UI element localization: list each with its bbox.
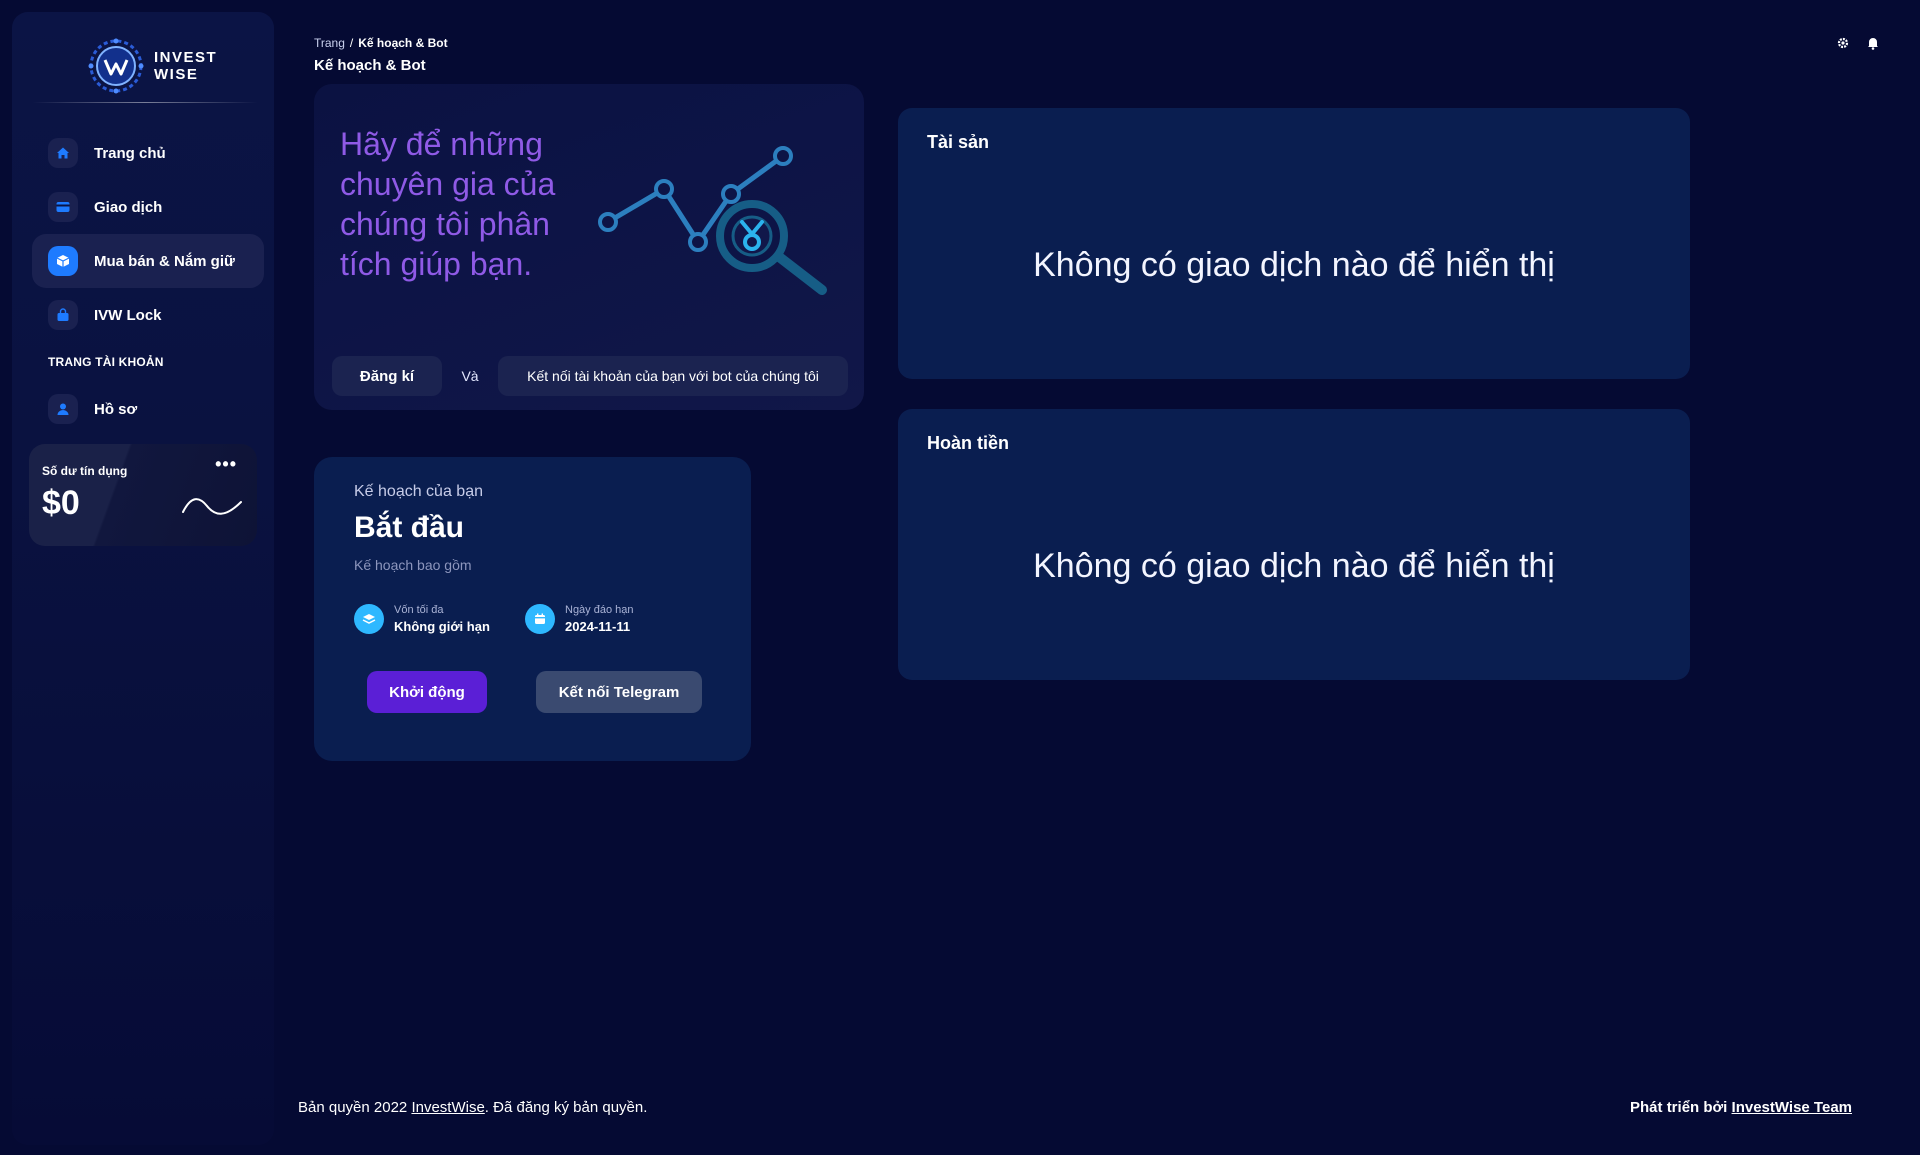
plan-subtitle: Kế hoạch của bạn [354, 483, 483, 500]
footer-developer: Phát triển bởi InvestWise Team [1630, 1099, 1852, 1116]
brand-name: INVEST WISE [154, 49, 217, 83]
header-actions [1836, 36, 1880, 50]
cube-icon [48, 246, 78, 276]
stack-icon [354, 604, 384, 634]
sidebar-item-profile[interactable]: Hồ sơ [32, 382, 264, 436]
sidebar-item-trade-hold[interactable]: Mua bán & Nắm giữ [32, 234, 264, 288]
sidebar-item-label: Trang chủ [94, 144, 166, 162]
assets-panel: Tài sản Không có giao dịch nào để hiển t… [898, 108, 1690, 379]
refund-panel-title: Hoàn tiền [927, 433, 1010, 453]
footer-team-link[interactable]: InvestWise Team [1732, 1099, 1852, 1116]
sidebar-item-label: IVW Lock [94, 306, 162, 324]
bell-icon[interactable] [1866, 36, 1880, 50]
brand-line-1: INVEST [154, 49, 218, 66]
feature-value: 2024-11-11 [565, 619, 631, 634]
assets-panel-title: Tài sản [927, 132, 990, 152]
footer-investwise-link[interactable]: InvestWise [411, 1099, 484, 1116]
plan-feature-expiry-date: Ngày đáo hạn 2024-11-11 [525, 604, 634, 634]
connect-telegram-button[interactable]: Kết nối Telegram [536, 671, 702, 713]
breadcrumb: Trang / Kế hoạch & Bot [314, 36, 448, 50]
plan-card: Kế hoạch của bạn Bắt đầu Kế hoạch bao gồ… [314, 457, 751, 761]
footer-copyright-prefix: Bản quyền 2022 [298, 1099, 412, 1116]
user-icon [48, 394, 78, 424]
sidebar-item-label: Giao dịch [94, 198, 163, 216]
breadcrumb-root[interactable]: Trang [314, 36, 345, 50]
footer-developer-prefix: Phát triển bởi [1630, 1099, 1732, 1116]
feature-label: Vốn tối đa [394, 604, 444, 616]
card-icon [48, 192, 78, 222]
credit-balance-label: Số dư tín dụng [42, 464, 128, 478]
sidebar: INVEST WISE Trang chủ Giao dịch Mua bán … [12, 12, 274, 1145]
sidebar-section-title: TRANG TÀI KHOẢN [48, 355, 164, 369]
bag-icon [48, 300, 78, 330]
home-icon [48, 138, 78, 168]
connect-bot-button[interactable]: Kết nối tài khoản của bạn với bot của ch… [498, 356, 848, 396]
footer-copyright: Bản quyền 2022 InvestWise. Đã đăng ký bả… [298, 1099, 647, 1116]
calendar-icon [525, 604, 555, 634]
brand-logo[interactable]: INVEST WISE [86, 34, 217, 98]
refund-empty-message: Không có giao dịch nào để hiển thị [1033, 547, 1555, 585]
plan-feature-max-capital: Vốn tối đa Không giới hạn [354, 604, 490, 634]
feature-label: Ngày đáo hạn [565, 604, 634, 616]
footer-copyright-suffix: . Đã đăng ký bản quyền. [484, 1099, 648, 1116]
wave-icon [182, 498, 242, 515]
page-title: Kế hoạch & Bot [314, 57, 426, 74]
hero-headline: Hãy để những chuyên gia của chúng tôi ph… [340, 126, 556, 282]
sidebar-nav: Trang chủ Giao dịch Mua bán & Nắm giữ IV… [32, 126, 264, 436]
plan-includes-label: Kế hoạch bao gồm [354, 557, 472, 573]
app-root: INVEST WISE Trang chủ Giao dịch Mua bán … [0, 0, 1920, 1155]
gear-icon[interactable] [1836, 36, 1850, 50]
refund-panel: Hoàn tiền Không có giao dịch nào để hiển… [898, 409, 1690, 680]
credit-balance-card: Số dư tín dụng $0 ••• [29, 444, 257, 546]
sidebar-item-ivw-lock[interactable]: IVW Lock [32, 288, 264, 342]
credit-balance-value: $0 [42, 484, 80, 522]
plan-name: Bắt đầu [354, 511, 465, 544]
register-button[interactable]: Đăng kí [332, 356, 442, 396]
hero-and-label: Và [461, 368, 479, 384]
sidebar-item-label: Mua bán & Nắm giữ [94, 252, 235, 270]
brand-line-2: WISE [154, 66, 199, 83]
assets-empty-message: Không có giao dịch nào để hiển thị [1033, 246, 1555, 284]
analytics-chart-search-illustration [598, 146, 827, 295]
start-button[interactable]: Khởi động [367, 671, 487, 713]
more-options-icon[interactable]: ••• [215, 454, 237, 475]
sidebar-item-home[interactable]: Trang chủ [32, 126, 264, 180]
breadcrumb-current: Kế hoạch & Bot [358, 36, 448, 50]
investwise-logo-icon [88, 38, 144, 94]
hero-actions: Đăng kí Và Kết nối tài khoản của bạn với… [332, 356, 848, 396]
sidebar-divider [32, 102, 258, 103]
breadcrumb-separator: / [349, 36, 354, 50]
feature-value: Không giới hạn [394, 619, 490, 634]
hero-card: Hãy để những chuyên gia của chúng tôi ph… [314, 84, 864, 410]
sidebar-item-transactions[interactable]: Giao dịch [32, 180, 264, 234]
sidebar-item-label: Hồ sơ [94, 400, 138, 418]
